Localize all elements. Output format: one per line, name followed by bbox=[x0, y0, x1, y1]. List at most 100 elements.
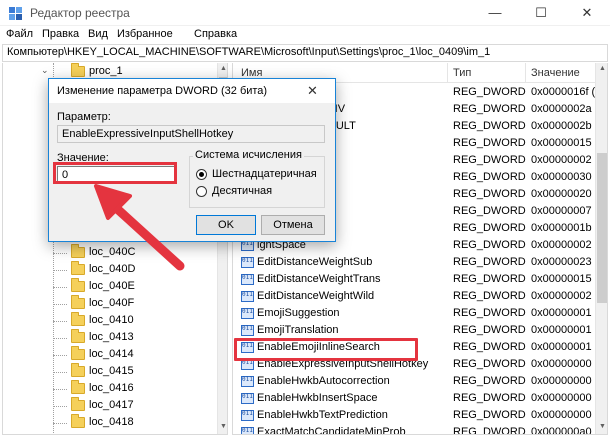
table-row[interactable]: EditDistanceWeightWild REG_DWORD 0x0000000… bbox=[233, 288, 595, 305]
tree-node[interactable]: loc_0410 bbox=[3, 312, 227, 329]
column-value[interactable]: Значение bbox=[531, 67, 580, 79]
table-row[interactable]: EmojiSuggestion REG_DWORD 0x00000001 (1 bbox=[233, 305, 595, 322]
address-bar[interactable]: Компьютер\HKEY_LOCAL_MACHINE\SOFTWARE\Mi… bbox=[2, 44, 608, 62]
scroll-up-icon[interactable]: ▲ bbox=[218, 63, 227, 75]
param-label: Параметр: bbox=[57, 111, 111, 123]
row-value: 0x00000023 (3 bbox=[531, 256, 595, 268]
edit-dword-dialog: Изменение параметра DWORD (32 бита) ✕ Па… bbox=[48, 78, 336, 242]
ok-button[interactable]: OK bbox=[196, 215, 256, 235]
folder-icon bbox=[71, 63, 85, 77]
table-row[interactable]: EnableHwkbAutocorrection REG_DWORD 0x00000… bbox=[233, 373, 595, 390]
row-type: REG_DWORD bbox=[453, 341, 526, 353]
radio-dec-label[interactable]: Десятичная bbox=[212, 185, 272, 197]
row-type: REG_DWORD bbox=[453, 358, 526, 370]
tree-node[interactable]: loc_0418 bbox=[3, 414, 227, 431]
row-type: REG_DWORD bbox=[453, 86, 526, 98]
folder-icon bbox=[71, 414, 85, 428]
row-type: REG_DWORD bbox=[453, 307, 526, 319]
tree-node[interactable]: loc_040C bbox=[3, 244, 227, 261]
dialog-close-icon[interactable]: ✕ bbox=[307, 83, 318, 99]
column-type[interactable]: Тип bbox=[453, 67, 471, 79]
row-type: REG_DWORD bbox=[453, 103, 526, 115]
reg-dword-icon bbox=[241, 393, 254, 404]
reg-dword-icon bbox=[241, 427, 254, 434]
minimize-button[interactable]: — bbox=[472, 0, 518, 26]
row-value: 0x00000002 (2 bbox=[531, 239, 595, 251]
row-name: EmojiSuggestion bbox=[257, 307, 340, 319]
menu-bar: Файл Правка Вид Избранное Справка bbox=[0, 26, 610, 44]
row-value: 0x0000002b (4 bbox=[531, 120, 595, 132]
scroll-thumb[interactable] bbox=[597, 153, 607, 303]
maximize-button[interactable]: ☐ bbox=[518, 0, 564, 26]
folder-icon bbox=[71, 397, 85, 411]
tree-node[interactable]: loc_040E bbox=[3, 278, 227, 295]
row-value: 0x000000a0 (1 bbox=[531, 426, 595, 435]
list-scrollbar[interactable]: ▲ ▼ bbox=[595, 63, 607, 434]
row-type: REG_DWORD bbox=[453, 392, 526, 404]
radix-group bbox=[189, 156, 325, 208]
row-highlight-annotation bbox=[234, 338, 418, 361]
tree-node[interactable]: loc_0417 bbox=[3, 397, 227, 414]
column-separator[interactable] bbox=[525, 63, 526, 83]
table-row[interactable]: EditDistanceWeightTrans REG_DWORD 0x000000… bbox=[233, 271, 595, 288]
folder-icon bbox=[71, 312, 85, 326]
row-value: 0x0000002a (4 bbox=[531, 103, 595, 115]
row-value: 0x00000015 (2 bbox=[531, 137, 595, 149]
reg-dword-icon bbox=[241, 291, 254, 302]
reg-dword-icon bbox=[241, 410, 254, 421]
menu-help[interactable]: Справка bbox=[194, 28, 237, 40]
scroll-down-icon[interactable]: ▼ bbox=[218, 421, 227, 433]
row-value: 0x0000016f (36 bbox=[531, 86, 595, 98]
row-type: REG_DWORD bbox=[453, 290, 526, 302]
tree-node[interactable]: loc_0416 bbox=[3, 380, 227, 397]
radio-hex[interactable] bbox=[196, 169, 207, 180]
cancel-button[interactable]: Отмена bbox=[261, 215, 325, 235]
close-button[interactable]: ✕ bbox=[564, 0, 610, 26]
row-value: 0x00000000 (0 bbox=[531, 392, 595, 404]
table-row[interactable]: ExactMatchCandidateMinProb REG_DWORD 0x000… bbox=[233, 424, 595, 435]
row-name: ExactMatchCandidateMinProb bbox=[257, 426, 406, 435]
chevron-down-icon[interactable]: ⌄ bbox=[41, 65, 49, 76]
row-value: 0x00000001 (1 bbox=[531, 324, 595, 336]
menu-view[interactable]: Вид bbox=[88, 28, 108, 40]
tree-node[interactable]: loc_0413 bbox=[3, 329, 227, 346]
row-type: REG_DWORD bbox=[453, 426, 526, 435]
row-type: REG_DWORD bbox=[453, 273, 526, 285]
reg-dword-icon bbox=[241, 257, 254, 268]
value-highlight-annotation bbox=[53, 162, 177, 184]
reg-dword-icon bbox=[241, 376, 254, 387]
row-name: EditDistanceWeightSub bbox=[257, 256, 373, 268]
reg-dword-icon bbox=[241, 325, 254, 336]
tree-node[interactable]: loc_0415 bbox=[3, 363, 227, 380]
param-name-field: EnableExpressiveInputShellHotkey bbox=[57, 125, 325, 143]
folder-icon bbox=[71, 380, 85, 394]
row-name: EmojiTranslation bbox=[257, 324, 339, 336]
row-value: 0x00000001 (1 bbox=[531, 307, 595, 319]
folder-icon bbox=[71, 329, 85, 343]
row-type: REG_DWORD bbox=[453, 324, 526, 336]
row-name: EnableHwkbAutocorrection bbox=[257, 375, 390, 387]
radio-hex-label[interactable]: Шестнадцатеричная bbox=[212, 168, 317, 180]
row-value: 0x00000000 (0 bbox=[531, 358, 595, 370]
tree-node[interactable]: loc_0414 bbox=[3, 346, 227, 363]
tree-node[interactable]: loc_040F bbox=[3, 295, 227, 312]
menu-file[interactable]: Файл bbox=[6, 28, 33, 40]
menu-edit[interactable]: Правка bbox=[42, 28, 79, 40]
title-bar: Редактор реестра — ☐ ✕ bbox=[0, 0, 610, 26]
scroll-down-icon[interactable]: ▼ bbox=[596, 421, 607, 433]
row-type: REG_DWORD bbox=[453, 375, 526, 387]
table-row[interactable]: EditDistanceWeightSub REG_DWORD 0x00000023… bbox=[233, 254, 595, 271]
tree-node[interactable]: loc_040D bbox=[3, 261, 227, 278]
table-row[interactable]: EnableHwkbInsertSpace REG_DWORD 0x00000000… bbox=[233, 390, 595, 407]
table-row[interactable]: EmojiTranslation REG_DWORD 0x00000001 (1 bbox=[233, 322, 595, 339]
folder-icon bbox=[71, 278, 85, 292]
dialog-title: Изменение параметра DWORD (32 бита) bbox=[57, 85, 268, 97]
table-row[interactable]: EnableHwkbTextPrediction REG_DWORD 0x00000… bbox=[233, 407, 595, 424]
radix-label: Система исчисления bbox=[193, 149, 304, 161]
menu-favorites[interactable]: Избранное bbox=[117, 28, 173, 40]
column-separator[interactable] bbox=[447, 63, 448, 83]
scroll-up-icon[interactable]: ▲ bbox=[596, 63, 607, 75]
radio-dec[interactable] bbox=[196, 186, 207, 197]
row-value: 0x00000002 (2 bbox=[531, 290, 595, 302]
row-type: REG_DWORD bbox=[453, 222, 526, 234]
